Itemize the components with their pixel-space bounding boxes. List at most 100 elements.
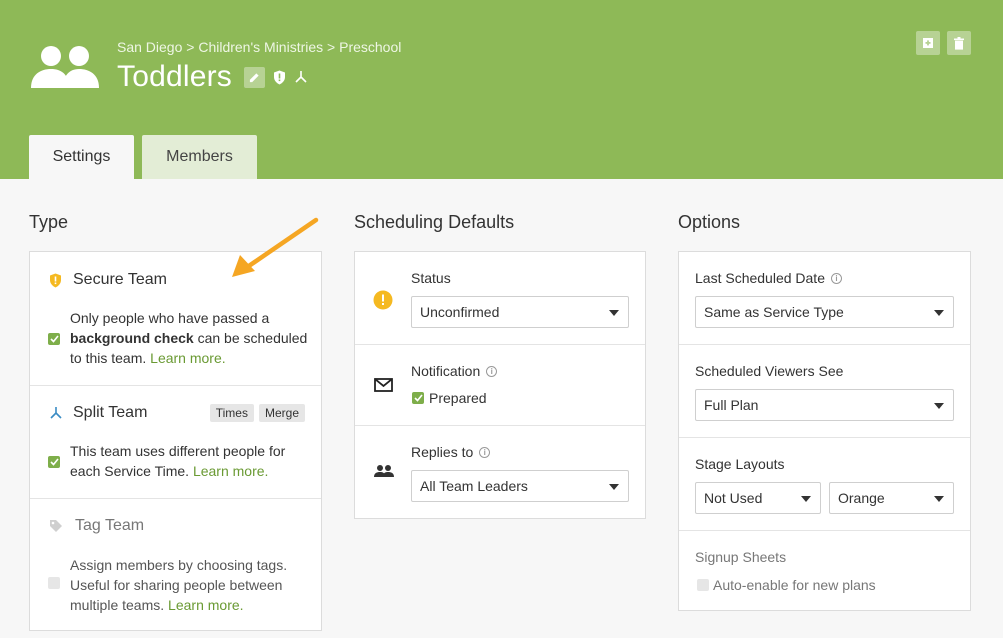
viewers-select[interactable]: Full Plan: [695, 389, 954, 421]
options-card: Last Scheduled Date i Same as Service Ty…: [678, 251, 971, 611]
tab-bar: Settings Members: [29, 135, 257, 179]
split-icon: [50, 407, 62, 419]
auto-enable-label: Auto-enable for new plans: [713, 577, 876, 593]
replies-value: All Team Leaders: [420, 478, 528, 494]
secure-desc-text: Only people who have passed a: [70, 310, 270, 326]
stage-layouts-label: Stage Layouts: [695, 456, 785, 472]
delete-button[interactable]: [947, 31, 971, 55]
secure-team-header: Secure Team: [49, 271, 167, 289]
tag-team-label: Tag Team: [75, 517, 145, 534]
title-row: Toddlers: [117, 60, 308, 94]
split-desc-line2: each Service Time.: [70, 463, 190, 479]
tag-icon: [50, 520, 62, 532]
chevron-down-icon: [609, 310, 619, 316]
replies-label-row: Replies to i: [411, 444, 491, 460]
archive-icon: [923, 38, 933, 48]
stage-layouts-section: Stage Layouts Not Used Orange: [679, 438, 970, 531]
info-icon[interactable]: i: [830, 272, 842, 284]
archive-button[interactable]: [916, 31, 940, 55]
secure-desc-mid: can be scheduled: [197, 330, 308, 346]
tag-desc-line3: multiple teams.: [70, 597, 165, 613]
replies-select[interactable]: All Team Leaders: [411, 470, 629, 502]
notification-label: Notification: [411, 363, 481, 379]
team-avatar-icon: [31, 46, 99, 88]
secure-team-label: Secure Team: [73, 271, 167, 288]
times-pill[interactable]: Times: [209, 404, 254, 422]
auto-enable-checkbox[interactable]: [697, 579, 709, 591]
pencil-icon: [249, 72, 259, 82]
secure-team-checkbox[interactable]: [48, 333, 60, 345]
replies-section: Replies to i All Team Leaders: [355, 426, 645, 518]
stage-color-select[interactable]: Orange: [829, 482, 954, 514]
tag-desc-line2: Useful for sharing people between: [70, 577, 283, 593]
chevron-down-icon: [609, 484, 619, 490]
stage-color-value: Orange: [838, 490, 885, 506]
status-section: Status Unconfirmed: [355, 252, 645, 345]
prepared-checkbox[interactable]: [412, 392, 424, 404]
chevron-down-icon: [934, 403, 944, 409]
breadcrumb[interactable]: San Diego > Children's Ministries > Pres…: [117, 39, 401, 55]
split-badge: [294, 70, 308, 84]
viewers-section: Scheduled Viewers See Full Plan: [679, 345, 970, 438]
options-heading: Options: [678, 212, 741, 232]
chevron-down-icon: [934, 496, 944, 502]
split-learn-more-link[interactable]: Learn more.: [193, 463, 268, 479]
info-icon[interactable]: i: [486, 365, 498, 377]
secure-desc-end: to this team.: [70, 350, 147, 366]
signup-sheets-label: Signup Sheets: [695, 549, 787, 565]
secure-learn-more-link[interactable]: Learn more.: [150, 350, 225, 366]
notification-label-row: Notification i: [411, 363, 498, 379]
scheduling-card: Status Unconfirmed Notification i Prepar…: [354, 251, 646, 519]
split-icon: [295, 71, 307, 83]
info-icon[interactable]: i: [479, 446, 491, 458]
header-actions: [916, 31, 971, 55]
split-team-description: This team uses different people for each…: [70, 441, 310, 481]
tag-team-description: Assign members by choosing tags. Useful …: [70, 555, 310, 615]
viewers-label: Scheduled Viewers See: [695, 363, 844, 379]
status-value: Unconfirmed: [420, 304, 500, 320]
last-scheduled-label: Last Scheduled Date: [695, 270, 825, 286]
tab-settings[interactable]: Settings: [29, 135, 134, 179]
tab-members[interactable]: Members: [142, 135, 257, 179]
envelope-icon: [374, 378, 393, 392]
split-desc-line1: This team uses different people for: [70, 443, 286, 459]
stage-layout-select[interactable]: Not Used: [695, 482, 821, 514]
last-scheduled-label-row: Last Scheduled Date i: [695, 270, 842, 286]
edit-title-button[interactable]: [244, 66, 265, 88]
split-team-section: Split Team Times Merge This team uses di…: [30, 386, 321, 499]
people-icon: [374, 465, 394, 477]
split-team-checkbox[interactable]: [48, 456, 60, 468]
status-label: Status: [411, 270, 451, 286]
tag-team-header: Tag Team: [49, 517, 144, 535]
last-scheduled-section: Last Scheduled Date i Same as Service Ty…: [679, 252, 970, 345]
type-heading: Type: [29, 212, 69, 232]
shield-icon: [50, 273, 61, 287]
secure-badge: [273, 70, 286, 85]
split-team-label: Split Team: [73, 404, 148, 421]
tag-team-checkbox[interactable]: [48, 577, 60, 589]
checkmark-icon: [49, 458, 59, 466]
status-select[interactable]: Unconfirmed: [411, 296, 629, 328]
trash-icon: [954, 36, 964, 50]
checkmark-icon: [49, 335, 59, 343]
chevron-down-icon: [801, 496, 811, 502]
page-title: Toddlers: [117, 60, 232, 93]
signup-sheets-section: Signup Sheets Auto-enable for new plans: [679, 531, 970, 610]
checkmark-icon: [413, 394, 423, 402]
annotation-arrow-icon: [232, 217, 319, 277]
last-scheduled-select[interactable]: Same as Service Type: [695, 296, 954, 328]
last-scheduled-value: Same as Service Type: [704, 304, 844, 320]
prepared-label: Prepared: [429, 390, 487, 406]
split-pills: Times Merge: [209, 404, 305, 422]
replies-label: Replies to: [411, 444, 474, 460]
tag-learn-more-link[interactable]: Learn more.: [168, 597, 243, 613]
scheduling-heading: Scheduling Defaults: [354, 212, 515, 232]
chevron-down-icon: [934, 310, 944, 316]
tag-team-section: Tag Team Assign members by choosing tags…: [30, 499, 321, 630]
merge-pill[interactable]: Merge: [258, 404, 305, 422]
type-card: Secure Team Only people who have passed …: [29, 251, 322, 631]
shield-icon: [274, 70, 285, 84]
tag-desc-line1: Assign members by choosing tags.: [70, 557, 288, 573]
secure-desc-bold: background check: [70, 330, 194, 346]
stage-layout-value: Not Used: [704, 490, 763, 506]
